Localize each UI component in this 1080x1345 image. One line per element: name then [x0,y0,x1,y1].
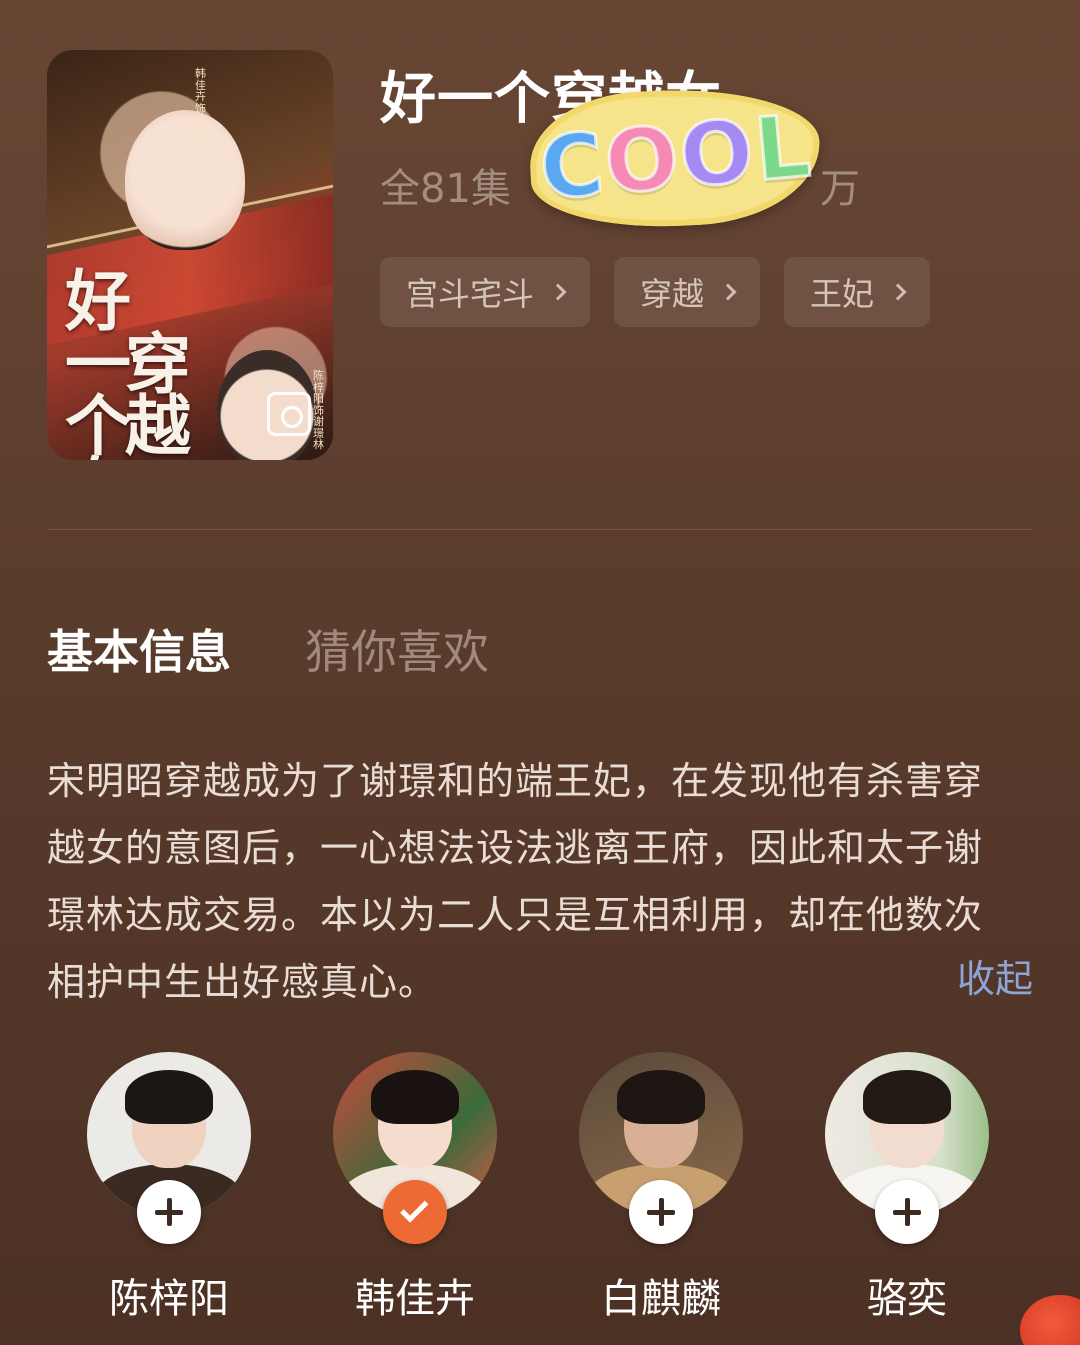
cast-role: 饰 谢璟和 [561,1340,761,1345]
synopsis-line: 宋明昭穿越成为了谢璟和的端王妃，在发现他有杀害穿 [47,759,984,803]
tab-recommend[interactable]: 猜你喜欢 [305,616,489,682]
synopsis-line: 越女的意图后，一心想法设法逃离王府，因此和太子谢 [47,826,984,870]
cast-role: 饰 谢璟林 [69,1340,269,1345]
tag-princess-consort[interactable]: 王妃 [784,257,931,327]
poster-credit-right: 陈梓阳 饰 谢璟林 [313,369,324,452]
sticker-letter: L [749,95,815,202]
avatar[interactable] [579,1052,743,1244]
synopsis-line: 相护中生出好感真心。 [47,960,438,1004]
meta-tail: 万 [820,166,860,212]
tag-label: 宫斗宅斗 [406,275,535,313]
poster-title-line: 一穿 [65,324,191,403]
tag-palace-intrigue[interactable]: 宫斗宅斗 [380,257,591,327]
poster-credit-left: 韩佳卉 饰 宋明昭 [195,67,206,150]
tag-label: 王妃 [810,275,875,313]
save-image-icon[interactable] [267,392,311,436]
drama-poster[interactable]: 韩佳卉 饰 宋明昭 陈梓阳 饰 谢璟林 好 一穿 个越 女 [47,50,333,460]
poster-title-art: 好 一穿 个越 女 [65,262,215,460]
poster-title-line: 好 [65,262,131,340]
followed-button[interactable] [383,1180,447,1244]
red-envelope-icon[interactable] [1020,1295,1080,1345]
plus-icon [647,1198,675,1226]
poster-title-line: 个越 [65,387,191,460]
plus-icon [893,1198,921,1226]
synopsis: 宋明昭穿越成为了谢璟和的端王妃，在发现他有杀害穿 越女的意图后，一心想法设法逃离… [47,748,1037,1016]
tab-basic-info[interactable]: 基本信息 [47,616,231,682]
cast-role: 饰 宋明昭 [315,1340,515,1345]
sticker-letter: O [674,100,759,209]
avatar[interactable] [333,1052,497,1244]
cast-member[interactable]: 白麒麟 饰 谢璟和 [561,1052,761,1345]
follow-button[interactable] [875,1180,939,1244]
tag-time-travel[interactable]: 穿越 [614,257,761,327]
cast-member[interactable]: 韩佳卉 饰 宋明昭 [315,1052,515,1345]
collapse-button[interactable]: 收起 [957,948,1033,1003]
cast-name: 骆奕 [867,1276,947,1322]
cast-name: 韩佳卉 [355,1276,475,1322]
tag-label: 穿越 [640,275,705,313]
cast-member[interactable]: 陈梓阳 饰 谢璟林 [69,1052,269,1345]
cast-name: 白麒麟 [601,1276,721,1322]
cast-name: 陈梓阳 [109,1276,229,1322]
sticker-letter: C [535,113,610,221]
follow-button[interactable] [137,1180,201,1244]
drama-meta: 全81集 万 [380,156,860,214]
chevron-right-icon [889,283,907,301]
genre-tags: 宫斗宅斗 穿越 王妃 [380,257,931,327]
chevron-right-icon [719,283,737,301]
synopsis-line: 璟林达成交易。本以为二人只是互相利用，却在他数次 [47,893,984,937]
cast-member[interactable]: 骆奕 饰 宋宛娟 [807,1052,1007,1345]
section-divider [47,529,1033,530]
follow-button[interactable] [629,1180,693,1244]
avatar[interactable] [825,1052,989,1244]
episode-count: 全81集 [380,166,511,212]
sticker-letters: C O O L [535,95,816,221]
avatar[interactable] [87,1052,251,1244]
plus-icon [155,1198,183,1226]
sticker-letter: O [599,106,684,215]
poster-actress-face [125,110,245,250]
check-icon [400,1194,429,1223]
chevron-right-icon [549,283,567,301]
cast-role: 饰 宋宛娟 [807,1340,1007,1345]
